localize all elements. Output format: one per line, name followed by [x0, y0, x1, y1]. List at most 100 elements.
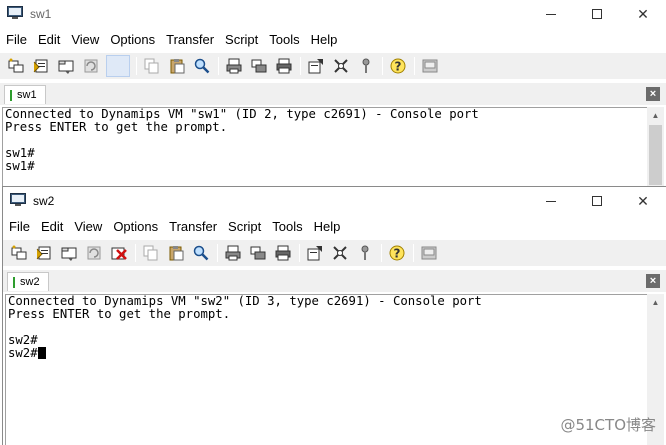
- print-setup-button[interactable]: [223, 243, 243, 263]
- paste-icon: [169, 246, 184, 261]
- print-button[interactable]: [273, 243, 293, 263]
- sftp-button[interactable]: [420, 56, 440, 76]
- menu-transfer[interactable]: Transfer: [166, 32, 214, 47]
- session-options-button[interactable]: [306, 56, 326, 76]
- close-tab-icon: ×: [649, 275, 657, 287]
- terminal-output[interactable]: Connected to Dynamips VM "sw2" (ID 3, ty…: [5, 294, 647, 445]
- toolbar-separator: [217, 244, 218, 262]
- disconnect-icon: [111, 247, 127, 260]
- menu-view[interactable]: View: [74, 219, 102, 234]
- session-tab[interactable]: sw1: [4, 85, 46, 104]
- reconnect-button[interactable]: [84, 243, 104, 263]
- menu-options[interactable]: Options: [113, 219, 158, 234]
- print-preview-button[interactable]: [249, 56, 269, 76]
- minimize-icon: [546, 13, 556, 15]
- toolbar: ?: [0, 53, 666, 79]
- title-bar[interactable]: sw2 ✕: [3, 187, 666, 215]
- quick-connect-button[interactable]: [34, 243, 54, 263]
- copy-button[interactable]: [142, 56, 162, 76]
- connect-button[interactable]: [6, 56, 26, 76]
- keymap-button[interactable]: [355, 243, 375, 263]
- global-options-button[interactable]: [331, 56, 351, 76]
- svg-text:?: ?: [394, 247, 401, 261]
- menu-transfer[interactable]: Transfer: [169, 219, 217, 234]
- quick-connect-icon: [33, 59, 48, 73]
- menu-tools[interactable]: Tools: [269, 32, 299, 47]
- menu-edit[interactable]: Edit: [41, 219, 63, 234]
- toolbar-separator: [413, 244, 414, 262]
- keymap-icon: [361, 245, 369, 260]
- sftp-button[interactable]: [419, 243, 439, 263]
- window-title: sw1: [30, 7, 52, 21]
- terminal-prompt-line: sw2#: [8, 347, 647, 360]
- sw1-window: sw1 ✕ File Edit View Options Transfer Sc…: [0, 0, 666, 190]
- help-icon: ?: [390, 58, 406, 74]
- maximize-button[interactable]: [574, 0, 620, 28]
- connect-in-tab-icon: [61, 247, 77, 261]
- print-preview-icon: [250, 246, 266, 260]
- print-setup-icon: [226, 58, 242, 74]
- scroll-up-arrow[interactable]: ▲: [647, 294, 664, 311]
- help-button[interactable]: ?: [388, 56, 408, 76]
- scroll-up-arrow[interactable]: ▲: [647, 107, 664, 124]
- session-options-icon: [307, 246, 322, 261]
- copy-button[interactable]: [141, 243, 161, 263]
- close-tab-button[interactable]: ×: [646, 274, 660, 288]
- toolbar-separator: [299, 244, 300, 262]
- connect-button[interactable]: [9, 243, 29, 263]
- menu-edit[interactable]: Edit: [38, 32, 60, 47]
- help-button[interactable]: ?: [387, 243, 407, 263]
- close-button[interactable]: ✕: [620, 187, 666, 215]
- menu-tools[interactable]: Tools: [272, 219, 302, 234]
- scrollbar-thumb[interactable]: [649, 125, 662, 185]
- keymap-button[interactable]: [356, 56, 376, 76]
- connect-in-tab-icon: [58, 60, 74, 74]
- print-icon: [275, 245, 291, 261]
- connect-in-tab-button[interactable]: [59, 243, 79, 263]
- paste-button[interactable]: [166, 243, 186, 263]
- global-options-button[interactable]: [330, 243, 350, 263]
- minimize-button[interactable]: [528, 0, 574, 28]
- toolbar-separator: [381, 244, 382, 262]
- title-bar[interactable]: sw1 ✕: [0, 0, 666, 28]
- session-options-button[interactable]: [305, 243, 325, 263]
- find-button[interactable]: [192, 56, 212, 76]
- close-button[interactable]: ✕: [620, 0, 666, 28]
- menu-file[interactable]: File: [9, 219, 30, 234]
- svg-text:?: ?: [395, 60, 402, 74]
- print-button[interactable]: [274, 56, 294, 76]
- keymap-icon: [362, 58, 370, 73]
- maximize-button[interactable]: [574, 187, 620, 215]
- toolbar-separator: [135, 244, 136, 262]
- close-icon: ✕: [637, 192, 649, 209]
- menu-script[interactable]: Script: [228, 219, 261, 234]
- disconnect-button[interactable]: [106, 55, 130, 77]
- quick-connect-button[interactable]: [31, 56, 51, 76]
- menu-script[interactable]: Script: [225, 32, 258, 47]
- menu-file[interactable]: File: [6, 32, 27, 47]
- find-button[interactable]: [191, 243, 211, 263]
- close-tab-button[interactable]: ×: [646, 87, 660, 101]
- menu-view[interactable]: View: [71, 32, 99, 47]
- window-title: sw2: [33, 194, 55, 208]
- minimize-button[interactable]: [528, 187, 574, 215]
- sw2-window: sw2 ✕ File Edit View Options Transfer Sc…: [2, 186, 666, 445]
- tab-label: sw1: [17, 89, 37, 101]
- toolbar: ?: [3, 240, 666, 266]
- paste-button[interactable]: [167, 56, 187, 76]
- menu-help[interactable]: Help: [314, 219, 341, 234]
- session-tab[interactable]: sw2: [7, 272, 49, 291]
- terminal-line: sw2#: [8, 346, 38, 360]
- print-setup-button[interactable]: [224, 56, 244, 76]
- disconnect-button[interactable]: [109, 243, 129, 263]
- menu-help[interactable]: Help: [311, 32, 338, 47]
- terminal-output[interactable]: Connected to Dynamips VM "sw1" (ID 2, ty…: [2, 107, 647, 190]
- menu-options[interactable]: Options: [110, 32, 155, 47]
- connect-in-tab-button[interactable]: [56, 56, 76, 76]
- print-preview-button[interactable]: [248, 243, 268, 263]
- print-setup-icon: [225, 245, 241, 261]
- terminal-line: sw1#: [5, 146, 35, 160]
- vertical-scrollbar[interactable]: ▲: [647, 107, 664, 190]
- reconnect-button[interactable]: [81, 56, 101, 76]
